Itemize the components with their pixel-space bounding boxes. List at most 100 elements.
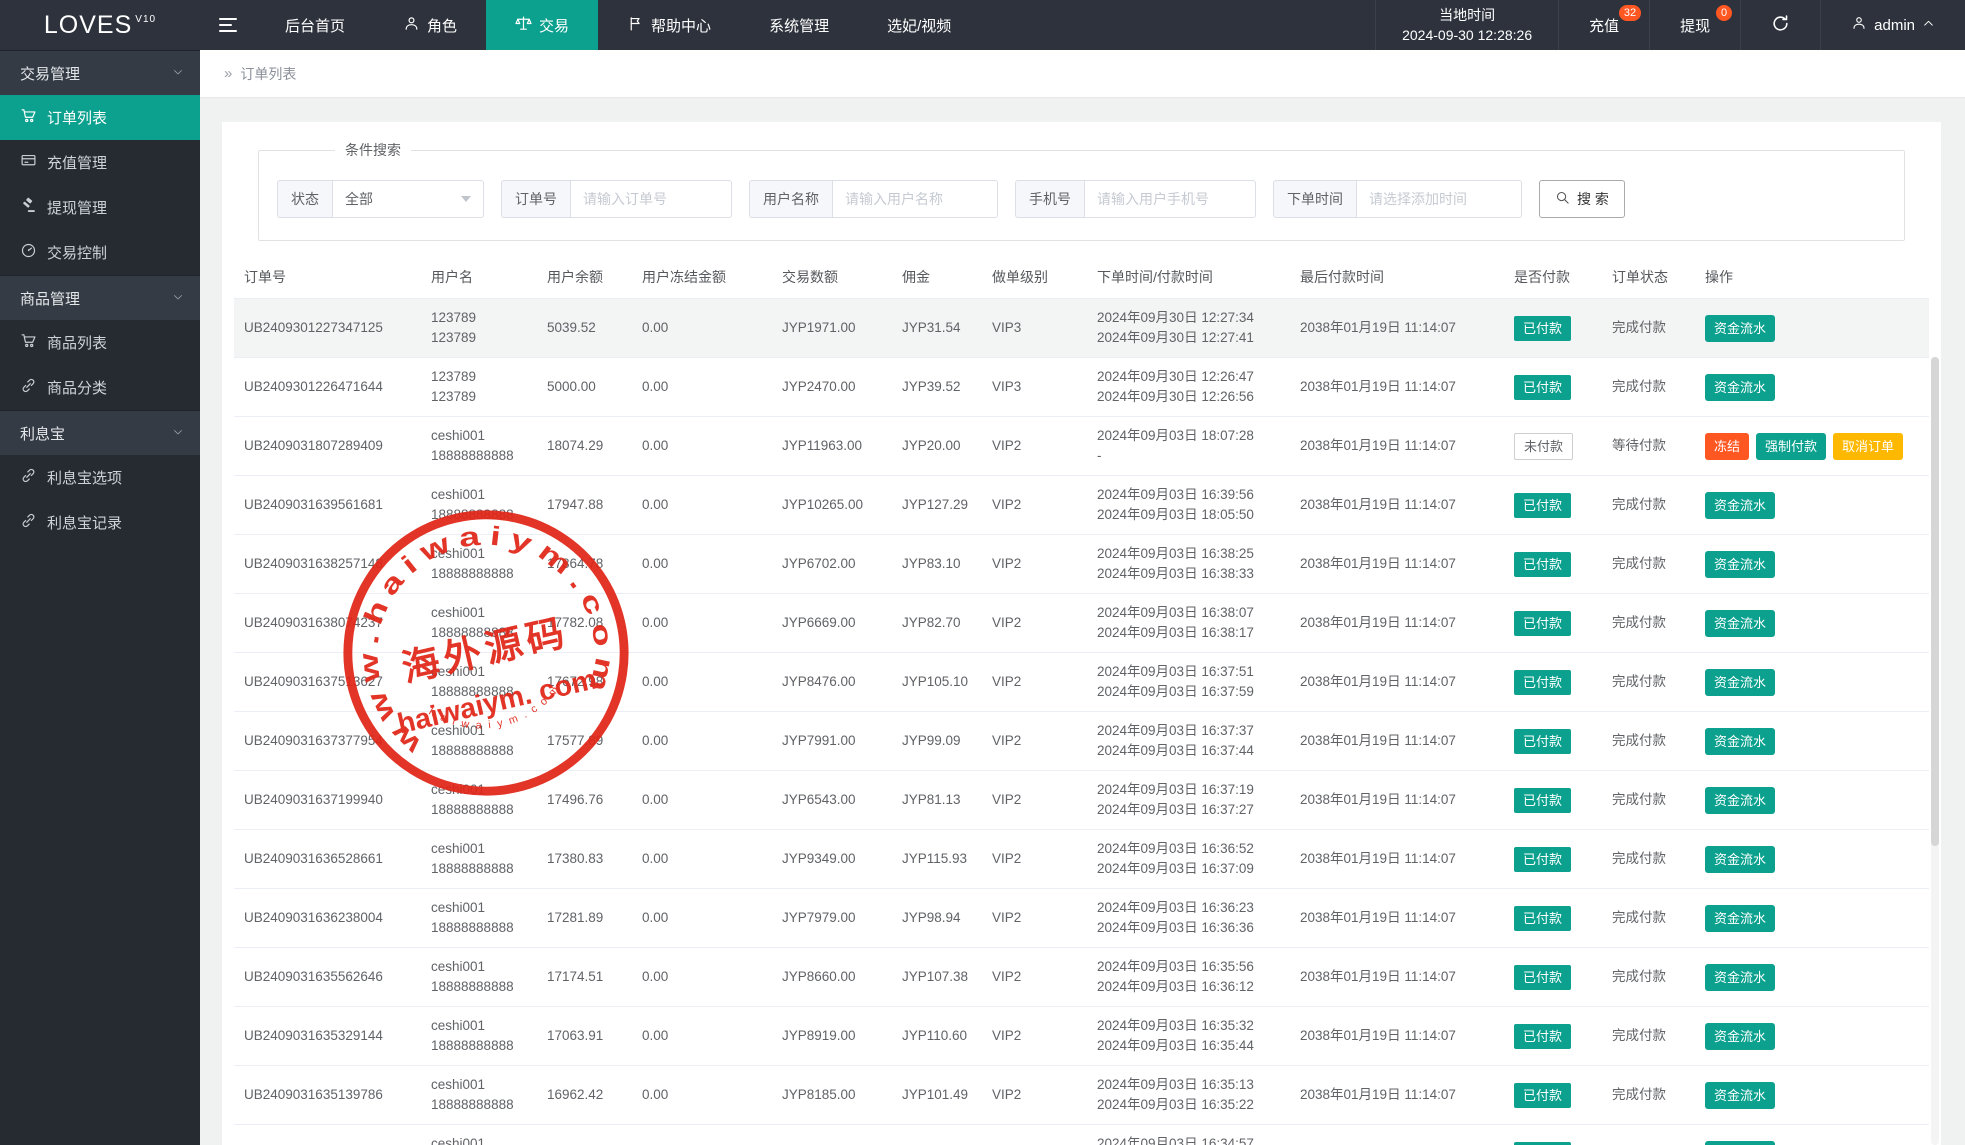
menu-toggle-icon[interactable]: [200, 0, 256, 50]
commission-cell: JYP81.13: [892, 771, 982, 830]
action-cancel-button[interactable]: 取消订单: [1833, 433, 1903, 460]
frozen-cell: 0.00: [632, 889, 772, 948]
gavel-icon: [20, 197, 37, 218]
last-pay-time-cell: 2038年01月19日 11:14:07: [1290, 535, 1504, 594]
sidebar-item-withdraw[interactable]: 提现管理: [0, 185, 200, 230]
user-cell: ceshi00118888888888: [421, 1066, 537, 1125]
action-fund-flow-button[interactable]: 资金流水: [1705, 315, 1775, 342]
chevron-down-icon: [172, 290, 184, 307]
sidebar-group-lixibao[interactable]: 利息宝: [0, 410, 200, 455]
paid-badge: 已付款: [1514, 965, 1571, 990]
nav-system[interactable]: 系统管理: [740, 0, 858, 50]
amount-cell: JYP8185.00: [772, 1066, 892, 1125]
order-no-cell: UB2409031638074237: [234, 594, 421, 653]
breadcrumb: » 订单列表: [200, 50, 1965, 98]
cart-icon: [20, 332, 37, 353]
commission-cell: JYP83.10: [892, 535, 982, 594]
nav-trade[interactable]: 交易: [486, 0, 598, 50]
amount-cell: JYP6281.00: [772, 1125, 892, 1145]
user-menu[interactable]: admin: [1820, 0, 1965, 50]
actions-cell: 资金流水: [1695, 1125, 1929, 1145]
nav-dashboard[interactable]: 后台首页: [256, 0, 374, 50]
sidebar-item-order-list[interactable]: 订单列表: [0, 95, 200, 140]
action-fund-flow-button[interactable]: 资金流水: [1705, 374, 1775, 401]
chevron-down-icon: [172, 425, 184, 442]
action-fund-flow-button[interactable]: 资金流水: [1705, 787, 1775, 814]
level-cell: VIP2: [982, 535, 1087, 594]
order-time-cell: 2024年09月03日 16:35:562024年09月03日 16:36:12: [1087, 948, 1290, 1007]
refresh-button[interactable]: [1740, 0, 1820, 50]
col-commission: 佣金: [892, 255, 982, 299]
sidebar-item-trade-control[interactable]: 交易控制: [0, 230, 200, 275]
actions-cell: 资金流水: [1695, 476, 1929, 535]
action-fund-flow-button[interactable]: 资金流水: [1705, 1141, 1775, 1145]
level-cell: VIP3: [982, 299, 1087, 358]
status-cell: 完成付款: [1602, 771, 1695, 830]
recharge-notice-button[interactable]: 充值 32: [1558, 0, 1649, 50]
order-no-input[interactable]: [570, 180, 732, 218]
level-cell: VIP2: [982, 712, 1087, 771]
order-time-cell: 2024年09月30日 12:26:472024年09月30日 12:26:56: [1087, 358, 1290, 417]
logo-version: V10: [135, 14, 156, 25]
user-cell: ceshi00118888888888: [421, 771, 537, 830]
order-time-cell: 2024年09月03日 16:38:072024年09月03日 16:38:17: [1087, 594, 1290, 653]
sidebar-item-goods-category[interactable]: 商品分类: [0, 365, 200, 410]
action-freeze-button[interactable]: 冻结: [1705, 433, 1749, 460]
col-order-no: 订单号: [234, 255, 421, 299]
action-fund-flow-button[interactable]: 资金流水: [1705, 1023, 1775, 1050]
nav-help[interactable]: 帮助中心: [598, 0, 740, 50]
username-filter: 用户名称: [749, 180, 998, 218]
commission-cell: JYP127.29: [892, 476, 982, 535]
action-fund-flow-button[interactable]: 资金流水: [1705, 551, 1775, 578]
order-time-input[interactable]: [1356, 180, 1522, 218]
sidebar-item-lixibao-records[interactable]: 利息宝记录: [0, 500, 200, 545]
person-icon: [403, 15, 420, 36]
status-cell: 完成付款: [1602, 535, 1695, 594]
sidebar-item-lixibao-options[interactable]: 利息宝选项: [0, 455, 200, 500]
order-no-cell: UB2409031637377954: [234, 712, 421, 771]
action-fund-flow-button[interactable]: 资金流水: [1705, 669, 1775, 696]
nav-role[interactable]: 角色: [374, 0, 486, 50]
nav-video[interactable]: 选妃/视频: [858, 0, 980, 50]
action-fund-flow-button[interactable]: 资金流水: [1705, 492, 1775, 519]
last-pay-time-cell: 2038年01月19日 11:14:07: [1290, 299, 1504, 358]
amount-cell: JYP9349.00: [772, 830, 892, 889]
phone-input[interactable]: [1084, 180, 1256, 218]
table-row: UB2409031637513627 ceshi00118888888888 1…: [234, 653, 1929, 712]
table-row: UB2409031807289409 ceshi00118888888888 1…: [234, 417, 1929, 476]
status-cell: 完成付款: [1602, 712, 1695, 771]
app-logo: LOVES V10: [0, 0, 200, 50]
scrollbar-thumb[interactable]: [1931, 357, 1939, 846]
sidebar-item-goods-list[interactable]: 商品列表: [0, 320, 200, 365]
action-fund-flow-button[interactable]: 资金流水: [1705, 905, 1775, 932]
order-time-cell: 2024年09月03日 16:35:132024年09月03日 16:35:22: [1087, 1066, 1290, 1125]
sidebar-group-trade[interactable]: 交易管理: [0, 50, 200, 95]
sidebar-item-recharge[interactable]: 充值管理: [0, 140, 200, 185]
user-cell: ceshi00118888888888: [421, 417, 537, 476]
table-scrollbar[interactable]: [1931, 357, 1939, 1145]
orders-table-wrap: 订单号 用户名 用户余额 用户冻结金额 交易数额 佣金 做单级别 下单时间/付款…: [222, 255, 1941, 1145]
scales-icon: [515, 15, 532, 36]
status-select[interactable]: 全部: [332, 180, 484, 218]
paid-badge: 已付款: [1514, 316, 1571, 341]
commission-cell: JYP82.70: [892, 594, 982, 653]
search-button[interactable]: 搜 索: [1539, 180, 1625, 218]
balance-cell: 17864.78: [537, 535, 632, 594]
paid-badge: 已付款: [1514, 611, 1571, 636]
action-force-pay-button[interactable]: 强制付款: [1756, 433, 1826, 460]
actions-cell: 资金流水: [1695, 535, 1929, 594]
withdraw-notice-button[interactable]: 提现 0: [1649, 0, 1740, 50]
sidebar-group-goods[interactable]: 商品管理: [0, 275, 200, 320]
link-icon: [20, 467, 37, 488]
paid-badge: 已付款: [1514, 493, 1571, 518]
action-fund-flow-button[interactable]: 资金流水: [1705, 846, 1775, 873]
action-fund-flow-button[interactable]: 资金流水: [1705, 964, 1775, 991]
order-time-cell: 2024年09月03日 16:36:522024年09月03日 16:37:09: [1087, 830, 1290, 889]
username-input[interactable]: [832, 180, 998, 218]
action-fund-flow-button[interactable]: 资金流水: [1705, 728, 1775, 755]
action-fund-flow-button[interactable]: 资金流水: [1705, 610, 1775, 637]
page-title: 订单列表: [240, 64, 296, 84]
action-fund-flow-button[interactable]: 资金流水: [1705, 1082, 1775, 1109]
balance-cell: 17672.98: [537, 653, 632, 712]
table-row: UB2409031638257148 ceshi00118888888888 1…: [234, 535, 1929, 594]
